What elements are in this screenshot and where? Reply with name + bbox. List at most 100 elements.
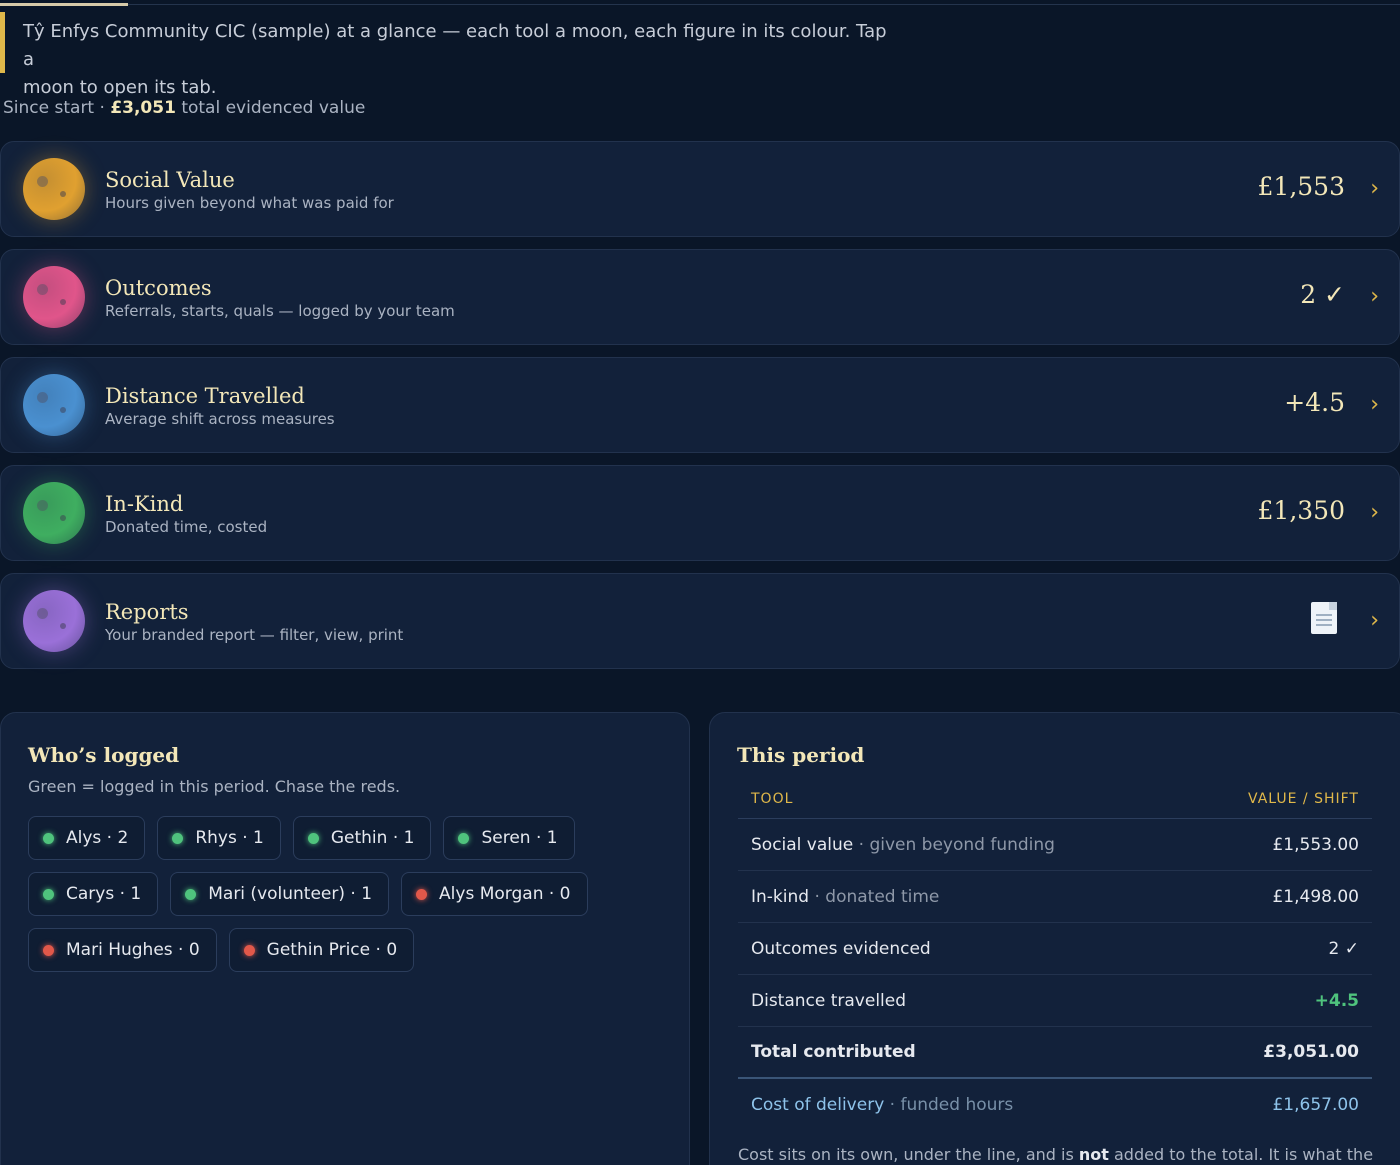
tool-card-outcomes[interactable]: Outcomes Referrals, starts, quals — logg… <box>0 249 1400 345</box>
table-header: TOOL VALUE / SHIFT <box>738 779 1372 819</box>
total-row: Total contributed £3,051.00 <box>738 1027 1372 1079</box>
person-label: Gethin · 1 <box>330 828 415 848</box>
tool-card-in-kind[interactable]: In-Kind Donated time, costed £1,350 › <box>0 465 1400 561</box>
this-period-panel: This period TOOL VALUE / SHIFT Social va… <box>709 712 1400 1165</box>
since-start-summary: Since start · £3,051 total evidenced val… <box>3 98 365 118</box>
person-chip[interactable]: Carys · 1 <box>28 872 159 916</box>
whos-logged-panel: Who’s logged Green = logged in this peri… <box>0 712 690 1165</box>
person-label: Mari Hughes · 0 <box>66 940 200 960</box>
total-evidenced-value: £3,051 <box>110 98 176 118</box>
cost-row: Cost of delivery · funded hours £1,657.0… <box>738 1079 1372 1131</box>
status-dot <box>43 944 54 956</box>
cost-value: £1,657.00 <box>1272 1095 1359 1115</box>
row-tool: Social value <box>751 834 854 855</box>
total-label: Total contributed <box>751 1042 916 1062</box>
moon-icon <box>23 266 85 328</box>
tool-card-distance-travelled[interactable]: Distance Travelled Average shift across … <box>0 357 1400 453</box>
tool-title: Social Value <box>105 168 235 192</box>
tool-subtitle: Average shift across measures <box>105 410 335 428</box>
total-value: £3,051.00 <box>1263 1042 1359 1062</box>
tab-underline <box>0 3 1400 6</box>
person-label: Seren · 1 <box>481 828 558 848</box>
status-dot <box>43 888 54 900</box>
table-row: Distance travelled +4.5 <box>738 975 1372 1027</box>
cost-footnote: Cost sits on its own, under the line, an… <box>738 1145 1378 1164</box>
tool-title: Reports <box>105 600 189 624</box>
person-label: Carys · 1 <box>66 884 142 904</box>
chevron-right-icon: › <box>1370 284 1379 309</box>
status-dot <box>416 888 428 900</box>
period-table: TOOL VALUE / SHIFT Social value · given … <box>738 779 1372 1131</box>
row-value: 2 ✓ <box>1328 938 1359 959</box>
cost-detail: · funded hours <box>884 1095 1014 1115</box>
since-prefix: Since start · <box>3 98 111 118</box>
footnote-emphasis: not <box>1078 1145 1109 1164</box>
document-icon <box>1311 602 1337 634</box>
column-header-value: VALUE / SHIFT <box>1248 790 1359 807</box>
tool-subtitle: Donated time, costed <box>105 518 268 536</box>
tool-value: £1,350 <box>1257 496 1345 525</box>
row-detail: · given beyond funding <box>853 834 1055 855</box>
tool-card-social-value[interactable]: Social Value Hours given beyond what was… <box>0 141 1400 237</box>
footnote-text: Cost sits on its own, under the line, an… <box>738 1145 1079 1164</box>
moon-icon <box>23 374 85 436</box>
table-row: In-kind · donated time £1,498.00 <box>738 871 1372 923</box>
table-row: Social value · given beyond funding £1,5… <box>738 819 1372 871</box>
moon-icon <box>23 590 85 652</box>
chevron-right-icon: › <box>1370 176 1379 201</box>
this-period-title: This period <box>737 743 865 767</box>
person-label: Gethin Price · 0 <box>266 940 398 960</box>
tool-title: In-Kind <box>105 492 184 516</box>
tool-title: Distance Travelled <box>105 384 305 408</box>
tool-subtitle: Referrals, starts, quals — logged by you… <box>105 302 455 320</box>
chevron-right-icon: › <box>1370 392 1379 417</box>
person-chip[interactable]: Alys · 2 <box>28 816 146 860</box>
intro-callout: Tŷ Enfys Community CIC (sample) at a gla… <box>0 12 900 98</box>
person-label: Rhys · 1 <box>195 828 264 848</box>
status-dot <box>243 944 255 956</box>
tool-subtitle: Your branded report — filter, view, prin… <box>105 626 404 644</box>
whos-logged-title: Who’s logged <box>28 743 180 767</box>
row-value: £1,553.00 <box>1272 834 1359 855</box>
row-value: £1,498.00 <box>1272 886 1359 907</box>
row-tool: Distance travelled <box>751 990 907 1011</box>
footnote-text: added to the total. It is what the <box>1108 1145 1374 1164</box>
tool-subtitle: Hours given beyond what was paid for <box>105 194 394 212</box>
person-chip[interactable]: Mari Hughes · 0 <box>28 928 217 972</box>
chevron-right-icon: › <box>1370 608 1379 633</box>
person-label: Alys Morgan · 0 <box>439 884 571 904</box>
intro-line-1: Tŷ Enfys Community CIC (sample) at a gla… <box>23 21 887 70</box>
chevron-right-icon: › <box>1370 500 1379 525</box>
person-chip[interactable]: Mari (volunteer) · 1 <box>170 872 390 916</box>
status-dot <box>185 888 197 900</box>
row-value: +4.5 <box>1314 990 1359 1011</box>
row-tool: In-kind <box>751 886 810 907</box>
person-chip[interactable]: Gethin · 1 <box>292 816 432 860</box>
tool-value: £1,553 <box>1257 172 1345 201</box>
tool-card-reports[interactable]: Reports Your branded report — filter, vi… <box>0 573 1400 669</box>
status-dot <box>172 832 184 844</box>
tool-title: Outcomes <box>105 276 212 300</box>
table-row: Outcomes evidenced 2 ✓ <box>738 923 1372 975</box>
whos-logged-note: Green = logged in this period. Chase the… <box>28 777 401 796</box>
person-chip[interactable]: Seren · 1 <box>443 816 575 860</box>
moon-icon <box>23 158 85 220</box>
status-dot <box>458 832 470 844</box>
status-dot <box>43 832 54 844</box>
status-dot <box>307 832 319 844</box>
person-label: Mari (volunteer) · 1 <box>208 884 373 904</box>
moon-icon <box>23 482 85 544</box>
tool-value: 2 ✓ <box>1300 280 1345 309</box>
person-chip[interactable]: Gethin Price · 0 <box>228 928 415 972</box>
person-label: Alys · 2 <box>66 828 129 848</box>
tool-value: +4.5 <box>1284 388 1345 417</box>
people-chips: Alys · 2 Rhys · 1 Gethin · 1 Seren · 1 C… <box>28 816 648 972</box>
row-detail: · donated time <box>809 886 940 907</box>
person-chip[interactable]: Rhys · 1 <box>157 816 281 860</box>
cost-label: Cost of delivery <box>751 1095 885 1115</box>
row-tool: Outcomes evidenced <box>751 938 931 959</box>
person-chip[interactable]: Alys Morgan · 0 <box>401 872 588 916</box>
since-suffix: total evidenced value <box>175 98 366 118</box>
active-tab-indicator <box>0 3 128 6</box>
column-header-tool: TOOL <box>751 790 794 807</box>
